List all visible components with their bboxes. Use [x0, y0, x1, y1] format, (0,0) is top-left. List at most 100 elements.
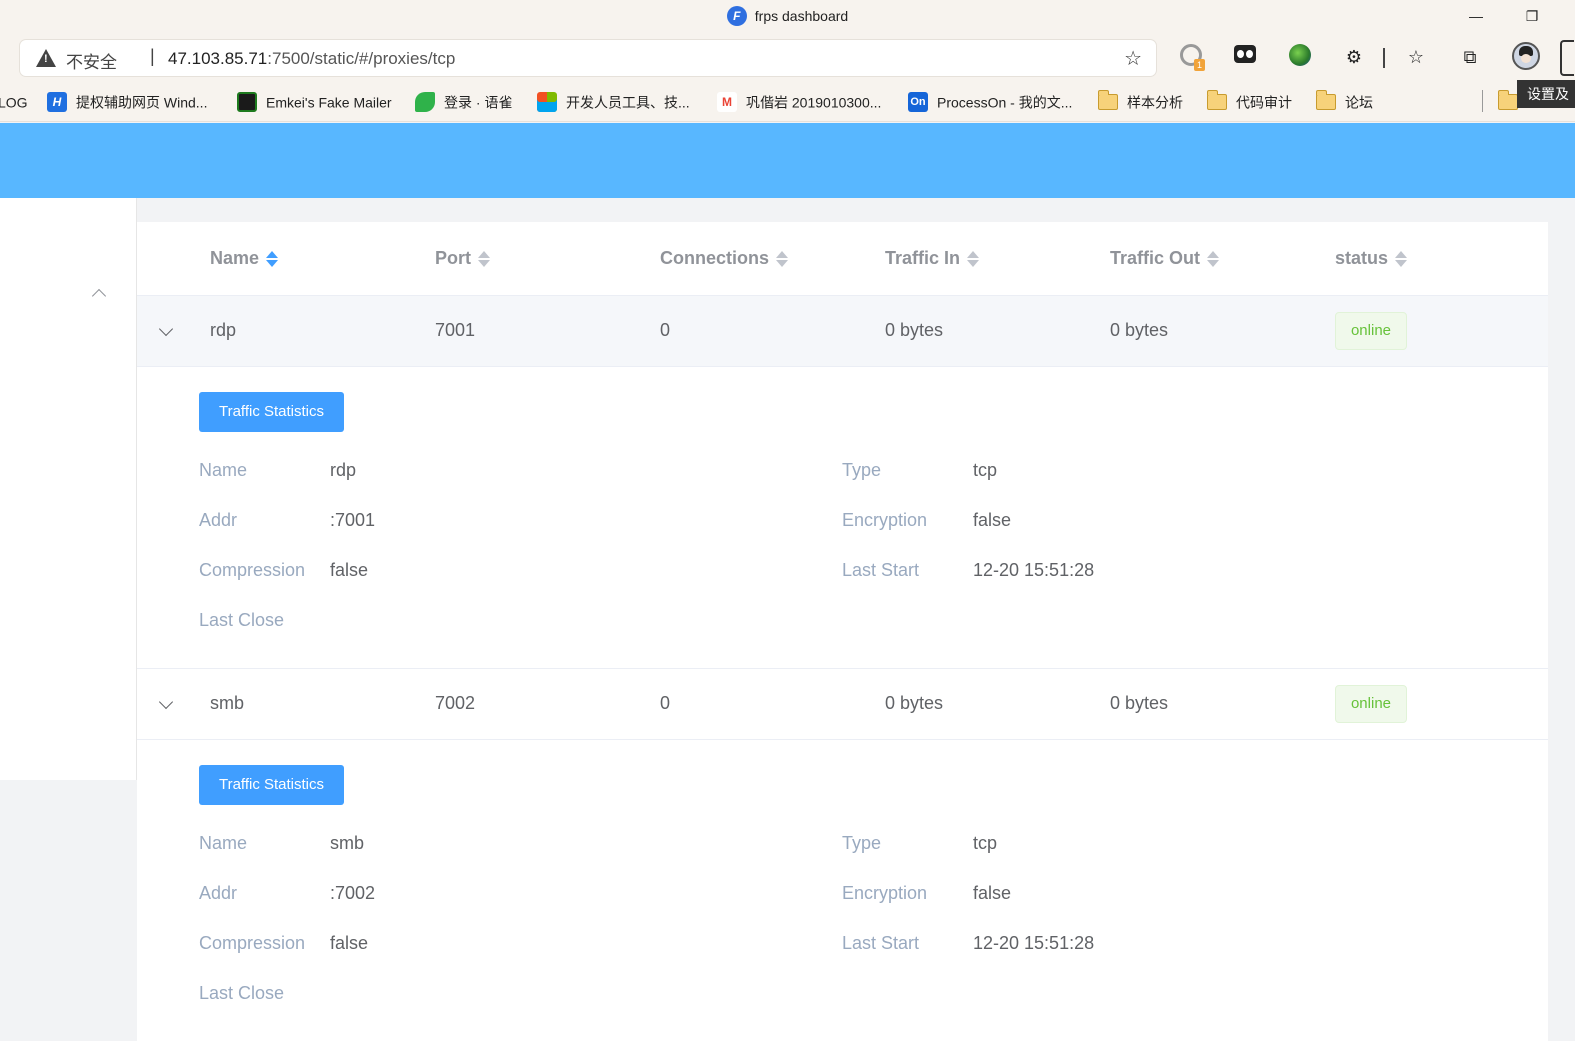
proxies-table: Name Port Connections Traffic In Traffic… — [137, 222, 1548, 1041]
detail-key-last-start: Last Start — [842, 560, 920, 580]
tampermonkey-extension-icon[interactable] — [1232, 44, 1258, 70]
table-row[interactable]: smb 7002 0 0 bytes 0 bytes online — [137, 668, 1548, 740]
yuque-logo-icon — [415, 92, 435, 113]
window-title: Ffrps dashboard — [0, 6, 1575, 26]
column-header-port[interactable]: Port — [435, 246, 490, 270]
add-favorite-icon[interactable]: ☆ — [1124, 46, 1142, 71]
detail-value-addr: :7002 — [330, 883, 376, 903]
settings-tooltip: 设置及 — [1517, 80, 1575, 108]
bookmark-gmail[interactable]: M 巩偕岩 2019010300... — [717, 90, 881, 113]
sidebar-collapse-chevron-icon[interactable] — [91, 288, 107, 304]
minimize-button[interactable]: — — [1462, 4, 1490, 28]
detail-value-addr: :7001 — [330, 510, 376, 530]
gmail-logo-icon: M — [717, 92, 737, 113]
url-text[interactable]: 47.103.85.71:7500/static/#/proxies/tcp — [168, 49, 455, 69]
folder-icon — [1097, 90, 1118, 111]
detail-key-last-close: Last Close — [199, 610, 285, 630]
frps-favicon-icon: F — [726, 6, 747, 26]
side-panel-edge-icon[interactable] — [1560, 40, 1574, 76]
security-label[interactable]: 不安全 — [66, 48, 117, 73]
bookmark-folder-code-audit[interactable]: 代码审计 — [1206, 90, 1292, 112]
folder-icon — [1497, 90, 1518, 111]
column-header-name[interactable]: Name — [210, 246, 279, 270]
expand-chevron-icon[interactable] — [158, 694, 174, 710]
favorites-icon[interactable]: ☆ — [1403, 44, 1429, 70]
cell-name: rdp — [210, 320, 237, 340]
cell-traffic-in: 0 bytes — [885, 693, 944, 713]
detail-value-compression: false — [330, 933, 369, 953]
warning-icon[interactable] — [36, 49, 56, 67]
cell-connections: 0 — [660, 693, 671, 713]
sort-icon[interactable] — [1207, 250, 1220, 268]
bookmark-processon[interactable]: On ProcessOn - 我的文... — [908, 90, 1072, 113]
detail-key-last-start: Last Start — [842, 933, 920, 953]
column-header-connections[interactable]: Connections — [660, 246, 789, 270]
detail-value-encryption: false — [973, 883, 1012, 903]
processon-logo-icon: On — [908, 92, 928, 113]
window-titlebar: Ffrps dashboard — ❐ — [0, 0, 1575, 34]
bookmark-devtools[interactable]: 开发人员工具、技... — [537, 90, 690, 113]
sort-icon[interactable] — [967, 250, 980, 268]
sort-icon[interactable] — [478, 250, 490, 268]
table-row[interactable]: rdp 7001 0 0 bytes 0 bytes online — [137, 295, 1548, 367]
window-title-text: frps dashboard — [754, 8, 849, 24]
detail-value-name: smb — [330, 833, 365, 853]
status-badge: online — [1335, 312, 1407, 350]
bookmark-privesc-helper[interactable]: H 提权辅助网页 Wind... — [47, 90, 207, 113]
profile-avatar-icon[interactable] — [1512, 42, 1540, 70]
traffic-statistics-button[interactable]: Traffic Statistics — [199, 765, 344, 805]
collections-icon[interactable]: ⧉ — [1457, 44, 1483, 70]
cell-name: smb — [210, 693, 245, 713]
detail-key-compression: Compression — [199, 560, 306, 580]
detail-key-encryption: Encryption — [842, 510, 928, 530]
bookmark-yuque[interactable]: 登录 · 语雀 — [415, 90, 512, 113]
detail-key-name: Name — [199, 460, 248, 480]
app-header — [0, 123, 1575, 198]
detail-value-last-start: 12-20 15:51:28 — [973, 560, 1095, 580]
sort-icon[interactable] — [776, 250, 789, 268]
bookmarks-divider — [1482, 90, 1483, 112]
emkei-logo-icon — [237, 92, 257, 113]
column-header-traffic-in[interactable]: Traffic In — [885, 246, 980, 270]
folder-icon — [1315, 90, 1336, 111]
detail-value-last-start: 12-20 15:51:28 — [973, 933, 1095, 953]
detail-value-type: tcp — [973, 460, 998, 480]
extensions-puzzle-icon[interactable]: ⚙ — [1341, 44, 1367, 70]
detail-value-type: tcp — [973, 833, 998, 853]
cell-traffic-out: 0 bytes — [1110, 320, 1169, 340]
detail-key-compression: Compression — [199, 933, 306, 953]
restore-button[interactable]: ❐ — [1518, 4, 1546, 28]
url-path: :7500/static/#/proxies/tcp — [267, 49, 456, 68]
detail-key-last-close: Last Close — [199, 983, 285, 1003]
address-bar[interactable]: 不安全 | 47.103.85.71:7500/static/#/proxies… — [20, 40, 1156, 76]
folder-icon — [1206, 90, 1227, 111]
microsoft-logo-icon — [537, 92, 557, 113]
bookmark-log[interactable]: LOG — [0, 90, 28, 112]
ghost-extension-icon[interactable]: 1 — [1178, 44, 1205, 71]
globe-extension-icon[interactable] — [1287, 44, 1313, 70]
row-detail-rdp: Traffic Statistics Name rdp Addr :7001 C… — [137, 368, 1548, 668]
address-separator: | — [150, 46, 155, 66]
cell-connections: 0 — [660, 320, 671, 340]
detail-key-name: Name — [199, 833, 248, 853]
column-header-traffic-out[interactable]: Traffic Out — [1110, 246, 1220, 270]
detail-value-compression: false — [330, 560, 369, 580]
cell-port: 7002 — [435, 693, 476, 713]
detail-value-name: rdp — [330, 460, 357, 480]
browser-navbar: 不安全 | 47.103.85.71:7500/static/#/proxies… — [0, 34, 1575, 80]
cell-port: 7001 — [435, 320, 476, 340]
traffic-statistics-button[interactable]: Traffic Statistics — [199, 392, 344, 432]
expand-chevron-icon[interactable] — [158, 321, 174, 337]
sort-icon[interactable] — [1395, 250, 1408, 268]
bookmark-emkei[interactable]: Emkei's Fake Mailer — [237, 90, 392, 113]
bookmark-folder-forum[interactable]: 论坛 — [1315, 90, 1373, 112]
column-header-status[interactable]: status — [1335, 246, 1408, 270]
detail-key-addr: Addr — [199, 510, 238, 530]
detail-key-type: Type — [842, 833, 882, 853]
h-logo-icon: H — [47, 92, 67, 113]
bookmarks-bar: LOG H 提权辅助网页 Wind... Emkei's Fake Mailer … — [0, 80, 1575, 122]
row-detail-smb: Traffic Statistics Name smb Addr :7002 C… — [137, 741, 1548, 1041]
sort-icon[interactable] — [266, 250, 279, 268]
bookmark-folder-samples[interactable]: 样本分析 — [1097, 90, 1183, 112]
sidebar — [0, 198, 137, 780]
